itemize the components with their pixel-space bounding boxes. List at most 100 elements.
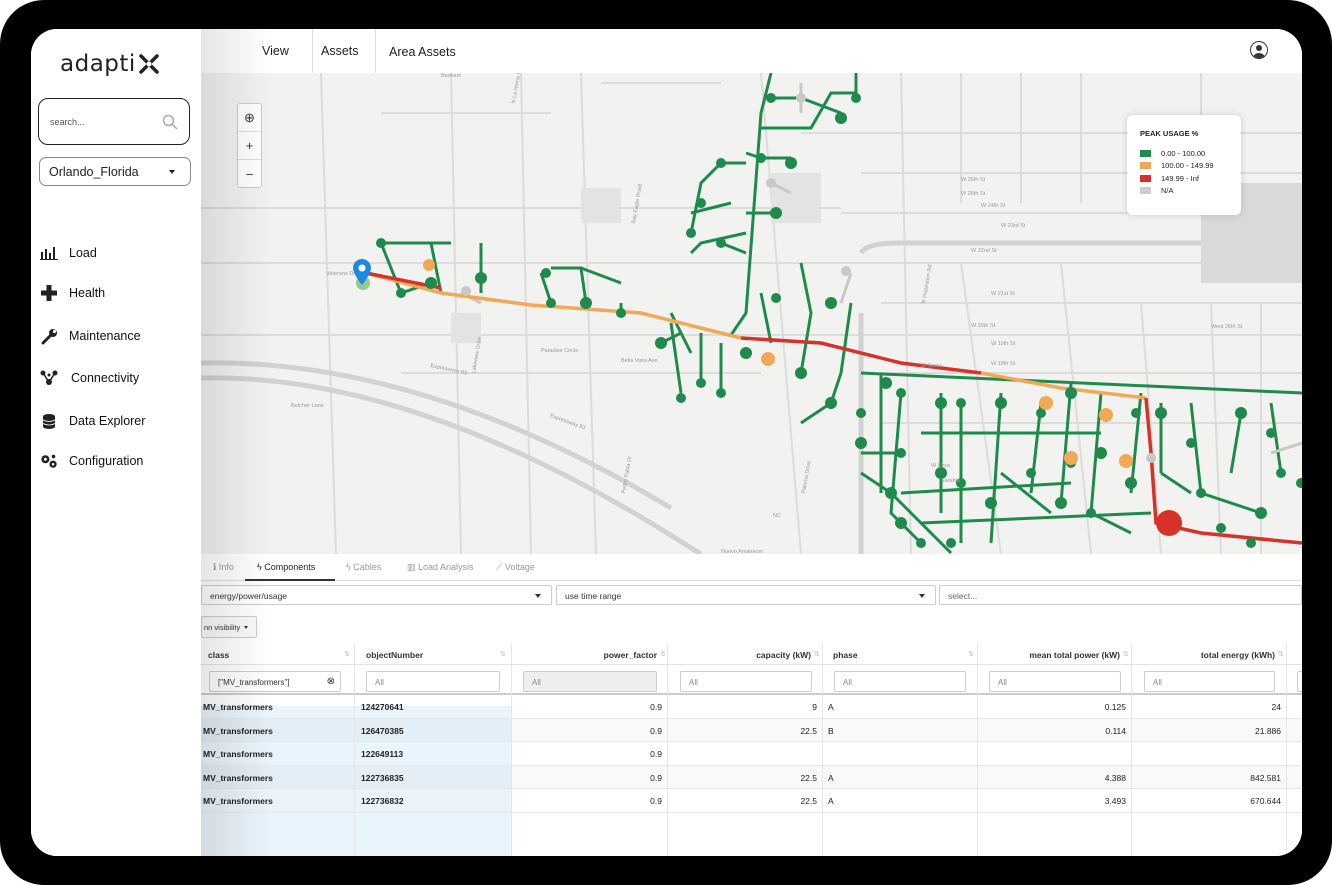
table-cell-capacity: 22.5 <box>800 772 817 783</box>
tab-cables[interactable]: ϟ Cables <box>346 562 381 572</box>
table-row[interactable]: MV_transformers 124270641 0.9 9 A 0.125 24 <box>201 695 1302 719</box>
legend-item: N/A <box>1140 185 1241 198</box>
table-cell-total-energy: 21.886 <box>1255 725 1281 736</box>
capacity-filter-input[interactable]: All <box>680 671 812 692</box>
wrench-icon <box>40 327 58 345</box>
top-bar: View Assets Area Assets <box>201 29 1302 73</box>
search-box[interactable]: search... <box>38 98 190 145</box>
sidebar: adapti search... Orlando_Florida Load He… <box>31 29 201 856</box>
legend-swatch <box>1140 149 1151 157</box>
extra-filter-input[interactable] <box>1297 671 1302 692</box>
table-cell-objectnumber: 122736835 <box>361 772 404 783</box>
sidebar-item-label: Health <box>69 286 106 300</box>
zoom-in-button[interactable]: + <box>238 132 261 160</box>
table-cell-total-energy: 670.644 <box>1250 796 1281 806</box>
table-row[interactable]: MV_transformers 126470385 0.9 22.5 B 0.114 21.… <box>201 719 1302 742</box>
column-header-class[interactable]: class <box>208 650 229 660</box>
column-header-objectnumber[interactable]: objectNumber <box>366 650 423 660</box>
metric-select[interactable]: energy/power/usage <box>201 585 552 605</box>
column-divider <box>1286 643 1287 856</box>
table-row[interactable]: MV_transformers 122736835 0.9 22.5 A 4.388 842… <box>201 766 1302 789</box>
nav-assets[interactable]: Assets <box>321 44 359 58</box>
legend-label: 0.00 - 100.00 <box>1161 148 1206 158</box>
plus-icon <box>40 284 58 302</box>
sidebar-item-maintenance[interactable]: Maintenance <box>31 323 201 349</box>
power-factor-filter-input[interactable]: All <box>523 671 657 692</box>
table-cell-class: MV_transformers <box>203 749 273 759</box>
table-cell-class: MV_transformers <box>203 702 273 712</box>
active-tab-indicator <box>245 579 335 581</box>
column-divider <box>667 643 668 856</box>
sort-icon[interactable]: ⇅ <box>1278 650 1284 658</box>
sidebar-item-label: Connectivity <box>71 371 140 385</box>
tab-components[interactable]: ϟ Components <box>257 562 315 572</box>
tab-load-analysis[interactable]: ▥ Load Analysis <box>407 562 474 573</box>
user-avatar-icon[interactable] <box>1250 41 1268 59</box>
sidebar-item-load[interactable]: Load <box>31 240 201 266</box>
table-cell-power-factor: 0.9 <box>650 796 662 806</box>
location-pin-icon[interactable] <box>353 259 371 285</box>
tab-voltage[interactable]: ⟋ Voltage <box>496 562 535 573</box>
street-label: West 26th St <box>1211 324 1243 330</box>
divider <box>312 29 313 73</box>
mean-power-filter-input[interactable]: All <box>989 671 1121 692</box>
locate-icon[interactable]: ⊕ <box>238 104 261 132</box>
sidebar-item-data-explorer[interactable]: Data Explorer <box>31 408 201 434</box>
gears-icon <box>40 452 58 470</box>
legend-label: 149.99 - Inf <box>1161 173 1199 183</box>
tab-info[interactable]: ℹ Info <box>213 562 234 573</box>
nav-view[interactable]: View <box>262 44 289 58</box>
total-energy-filter-input[interactable]: All <box>1144 671 1275 692</box>
sidebar-item-connectivity[interactable]: Connectivity <box>31 365 201 391</box>
chevron-down-icon <box>169 170 175 174</box>
device-frame: adapti search... Orlando_Florida Load He… <box>0 0 1332 885</box>
table-cell-mean-power: 4.388 <box>1104 772 1126 783</box>
network-icon <box>40 369 58 387</box>
map-view[interactable]: ⊕ + − PEAK USAGE % 0.00 - 100.00 100.00 … <box>201 73 1302 554</box>
table-cell-total-energy: 842.581 <box>1250 772 1281 783</box>
table-cell-mean-power: 3.493 <box>1104 796 1126 806</box>
phase-filter-input[interactable]: All <box>834 671 966 692</box>
tab-label: Info <box>218 562 234 572</box>
logo-text: adapti <box>60 51 136 77</box>
table-cell-phase: A <box>828 702 834 712</box>
details-panel: ℹ Info ϟ Components ϟ Cables ▥ Load Anal… <box>201 554 1302 856</box>
city-select[interactable]: Orlando_Florida <box>39 157 191 186</box>
column-header-capacity[interactable]: capacity (kW) <box>691 650 811 660</box>
sort-icon[interactable]: ⇅ <box>344 650 350 658</box>
sort-icon[interactable]: ⇅ <box>1123 650 1129 658</box>
column-visibility-button[interactable]: nn visibility <box>201 616 257 638</box>
street-label: W 22nd St <box>971 248 997 254</box>
street-label: W 24th St <box>981 203 1006 209</box>
street-label: W Ezza <box>931 463 950 469</box>
column-header-phase[interactable]: phase <box>833 650 858 660</box>
filter-row: ["MV_transformers"] ⊗ All All All All Al… <box>201 665 1302 695</box>
objectnumber-filter-input[interactable]: All <box>366 671 500 692</box>
sort-icon[interactable]: ⇅ <box>814 650 820 658</box>
clear-filter-icon[interactable]: ⊗ <box>327 676 335 687</box>
column-header-total-energy[interactable]: total energy (kWh) <box>1141 650 1275 660</box>
filter-select[interactable]: select... <box>939 585 1302 605</box>
sort-icon[interactable]: ⇅ <box>968 650 974 658</box>
column-divider <box>977 643 978 856</box>
sort-icon[interactable]: ⇅ <box>660 650 666 658</box>
table-cell-power-factor: 0.9 <box>650 725 662 736</box>
table-cell-objectnumber: 124270641 <box>361 702 404 712</box>
bar-chart-icon: ▥ <box>407 562 419 572</box>
sidebar-item-label: Maintenance <box>69 329 141 343</box>
table-row[interactable]: MV_transformers 122649113 0.9 <box>201 742 1302 766</box>
column-header-power-factor[interactable]: power_factor <box>531 650 657 660</box>
zoom-out-button[interactable]: − <box>238 160 261 188</box>
table-row[interactable]: MV_transformers 122736832 0.9 22.5 A 3.493 670… <box>201 789 1302 813</box>
sidebar-item-health[interactable]: Health <box>31 280 201 306</box>
sort-icon[interactable]: ⇅ <box>500 650 506 658</box>
tab-label: Load Analysis <box>418 562 474 572</box>
table-cell-power-factor: 0.9 <box>650 749 662 759</box>
app-logo[interactable]: adapti <box>60 51 160 77</box>
nav-area-assets[interactable]: Area Assets <box>389 45 456 59</box>
table-cell-capacity: 22.5 <box>800 796 817 806</box>
class-filter-input[interactable]: ["MV_transformers"] ⊗ <box>209 671 341 692</box>
column-header-mean-total-power[interactable]: mean total power (kW) <box>981 650 1120 660</box>
time-range-select[interactable]: use time range <box>556 585 936 605</box>
sidebar-item-configuration[interactable]: Configuration <box>31 448 201 474</box>
